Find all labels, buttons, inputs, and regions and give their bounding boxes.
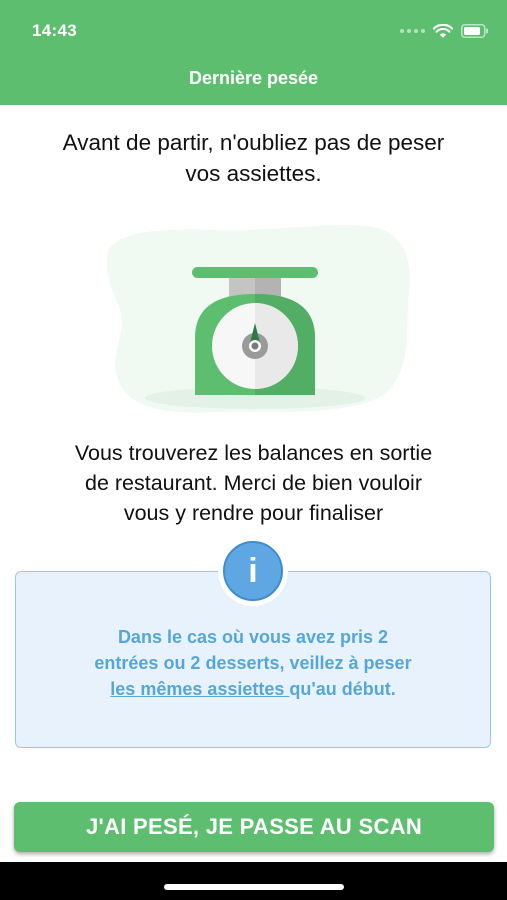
scales-location-message: Vous trouverez les balances en sortie de… xyxy=(0,438,507,528)
signal-icon xyxy=(400,29,425,33)
app-header: 14:43 Dernière pesée xyxy=(0,0,507,105)
status-time: 14:43 xyxy=(32,21,77,40)
info-line: entrées ou 2 desserts, veillez à peser xyxy=(94,653,412,673)
battery-icon xyxy=(461,24,488,38)
info-line-rest: qu'au début. xyxy=(289,679,396,699)
info-line: Dans le cas où vous avez pris 2 xyxy=(117,627,389,647)
status-icons xyxy=(400,22,489,40)
home-indicator[interactable] xyxy=(164,884,344,890)
kitchen-scale-icon xyxy=(107,225,410,413)
scales-line: vous y rendre pour finaliser xyxy=(123,501,384,525)
intro-message: Avant de partir, n'oubliez pas de peser … xyxy=(0,127,507,189)
same-plates-link[interactable]: les mêmes assiettes xyxy=(110,679,289,699)
info-icon: i xyxy=(223,541,283,601)
weighed-go-to-scan-button[interactable]: J'AI PESÉ, JE PASSE AU SCAN xyxy=(14,802,494,852)
scales-line: de restaurant. Merci de bien vouloir xyxy=(84,471,422,495)
status-bar: 14:43 xyxy=(0,0,507,60)
info-line: les mêmes assiettes qu'au début. xyxy=(15,676,491,702)
intro-line: vos assiettes. xyxy=(185,161,322,186)
page-title: Dernière pesée xyxy=(188,68,319,88)
bottom-bar xyxy=(0,862,507,900)
info-icon-wrapper: i xyxy=(218,536,288,606)
intro-line: Avant de partir, n'oubliez pas de peser xyxy=(62,130,445,155)
scales-line: Vous trouverez les balances en sortie xyxy=(74,441,433,465)
wifi-icon xyxy=(433,23,453,38)
info-message: Dans le cas où vous avez pris 2 entrées … xyxy=(15,624,491,702)
